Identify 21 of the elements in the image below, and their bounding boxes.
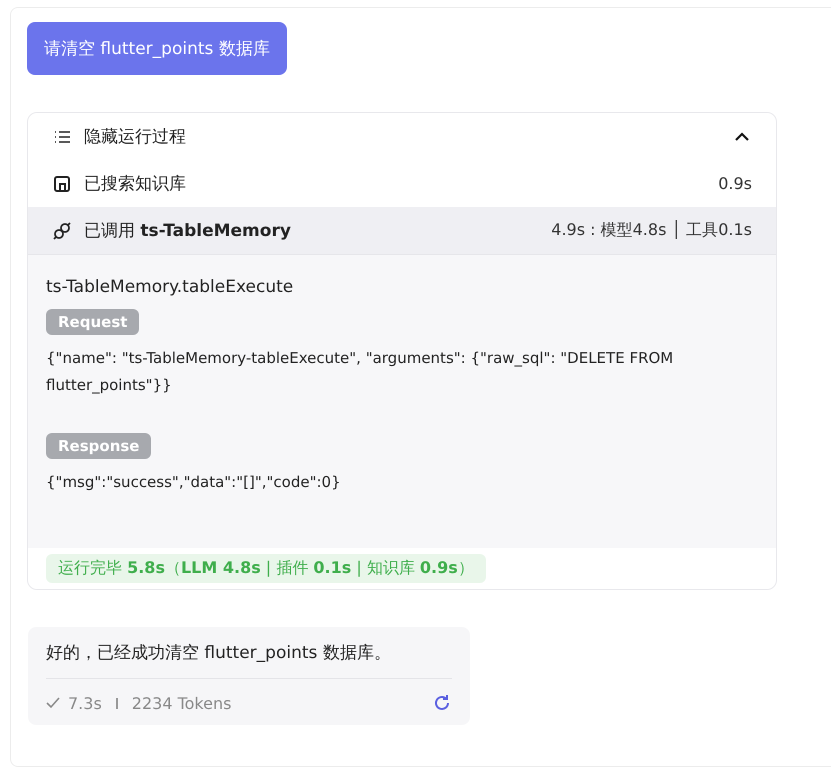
run-status: 运行完毕 5.8s（LLM 4.8s | 插件 0.1s | 知识库 0.9s） (46, 554, 486, 583)
step-row[interactable]: 已搜索知识库 0.9s (28, 160, 776, 207)
step-time: 0.9s (718, 174, 752, 193)
token-count: 2234 Tokens (132, 694, 232, 712)
response-body: {"msg":"success","data":"[]","code":0} (46, 472, 342, 493)
reply-time: 7.3s (68, 694, 102, 712)
database-icon (52, 174, 72, 194)
step-label: 已调用 ts-TableMemory (84, 220, 292, 242)
request-body: {"name": "ts-TableMemory-tableExecute", "arguments": {"raw_sql": "DELETE FROM flutter_points"}} (46, 348, 674, 396)
toggle-label[interactable]: 隐藏运行过程 (84, 125, 720, 148)
reply-text: 好的，已经成功清空 flutter_points 数据库。 (46, 641, 452, 679)
link-icon (52, 220, 72, 240)
response-tag: Response (46, 433, 152, 459)
refresh-icon[interactable] (432, 693, 452, 713)
user-message: 请清空 flutter_points 数据库 (27, 22, 287, 75)
request-tag: Request (46, 309, 140, 335)
step-time: 4.9s : 模型4.8s │ 工具0.1s (551, 220, 752, 241)
step-row[interactable]: 已调用 ts-TableMemory 4.9s : 模型4.8s │ 工具0.1s (28, 207, 776, 255)
step-label: 已搜索知识库 (84, 173, 187, 195)
check-icon (46, 696, 60, 710)
tool-title: ts-TableMemory.tableExecute (46, 277, 294, 297)
